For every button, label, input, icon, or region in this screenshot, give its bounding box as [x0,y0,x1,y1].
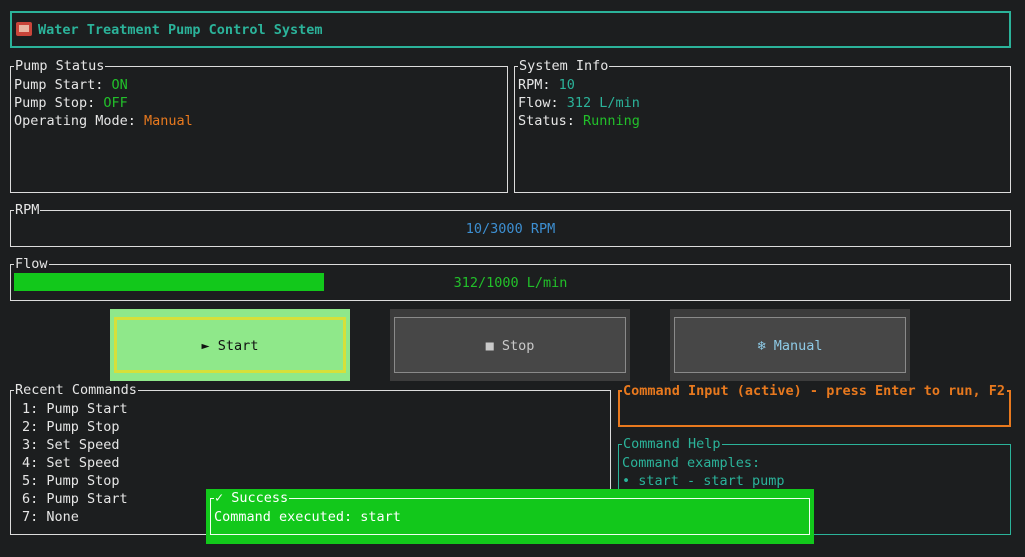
list-item: 2: Pump Stop [22,419,120,435]
success-toast-message: Command executed: start [214,509,401,525]
start-button-frame: ► Start [114,317,346,373]
operating-mode-value: Manual [144,113,193,129]
rpm-label: RPM: [518,77,559,93]
pump-stop-row: Pump Stop: OFF [14,94,128,112]
list-item: 1: Pump Start [22,401,128,417]
status-label: Status: [518,113,584,129]
app-title: Water Treatment Pump Control System [16,21,322,39]
list-item: 7: None [22,509,79,525]
flow-row: Flow: 312 L/min [518,94,640,112]
rpm-gauge: RPM 10/3000 RPM [10,202,1011,247]
status-value: Running [583,113,640,129]
command-help-title: Command Help [622,436,722,452]
success-toast-frame: ✓ Success Command executed: start [210,490,810,535]
stop-button[interactable]: ■ Stop [390,309,630,381]
operating-mode-row: Operating Mode: Manual [14,112,193,130]
manual-button[interactable]: ❄ Manual [670,309,910,381]
flow-gauge-text: 312/1000 L/min [453,275,568,291]
list-item: 5: Pump Stop [22,473,120,489]
pump-status-panel: Pump Status Pump Start: ON Pump Stop: OF… [10,58,508,193]
rpm-gauge-text: 10/3000 RPM [465,221,556,237]
operating-mode-label: Operating Mode: [14,113,145,129]
flow-gauge: Flow 312/1000 L/min [10,256,1011,301]
command-input-field[interactable]: Command Input (active) - press Enter to … [618,383,1011,427]
pump-start-row: Pump Start: ON [14,76,128,94]
stop-button-frame: ■ Stop [394,317,626,373]
flow-value: 312 L/min [566,95,640,111]
list-item: 6: Pump Start [22,491,128,507]
pump-status-title: Pump Status [14,58,106,74]
flow-label: Flow: [518,95,567,111]
recent-commands-title: Recent Commands [14,382,138,398]
flow-gauge-title: Flow [14,256,49,272]
success-toast: ✓ Success Command executed: start [206,489,814,544]
command-help-line: Command examples: [622,455,761,471]
pump-start-label: Pump Start: [14,77,112,93]
manual-button-frame: ❄ Manual [674,317,906,373]
stop-button-label: ■ Stop [485,338,535,354]
rpm-gauge-title: RPM [14,202,41,218]
start-button[interactable]: ► Start [110,309,350,381]
rpm-row: RPM: 10 [518,76,575,94]
pump-stop-label: Pump Stop: [14,95,104,111]
status-row: Status: Running [518,112,640,130]
list-item: 4: Set Speed [22,455,120,471]
manual-button-label: ❄ Manual [757,338,823,354]
pump-start-value: ON [111,77,128,93]
command-input-title: Command Input (active) - press Enter to … [622,383,1007,399]
list-item: 3: Set Speed [22,437,120,453]
command-help-line: • start - start pump [622,473,785,489]
start-button-label: ► Start [201,338,259,354]
factory-icon [16,22,32,36]
app-title-text: Water Treatment Pump Control System [38,22,323,38]
pump-stop-value: OFF [103,95,128,111]
system-info-title: System Info [518,58,610,74]
rpm-value: 10 [558,77,575,93]
success-toast-title: ✓ Success [214,490,290,506]
system-info-panel: System Info RPM: 10 Flow: 312 L/min Stat… [514,58,1011,193]
app-header: Water Treatment Pump Control System [10,11,1011,48]
